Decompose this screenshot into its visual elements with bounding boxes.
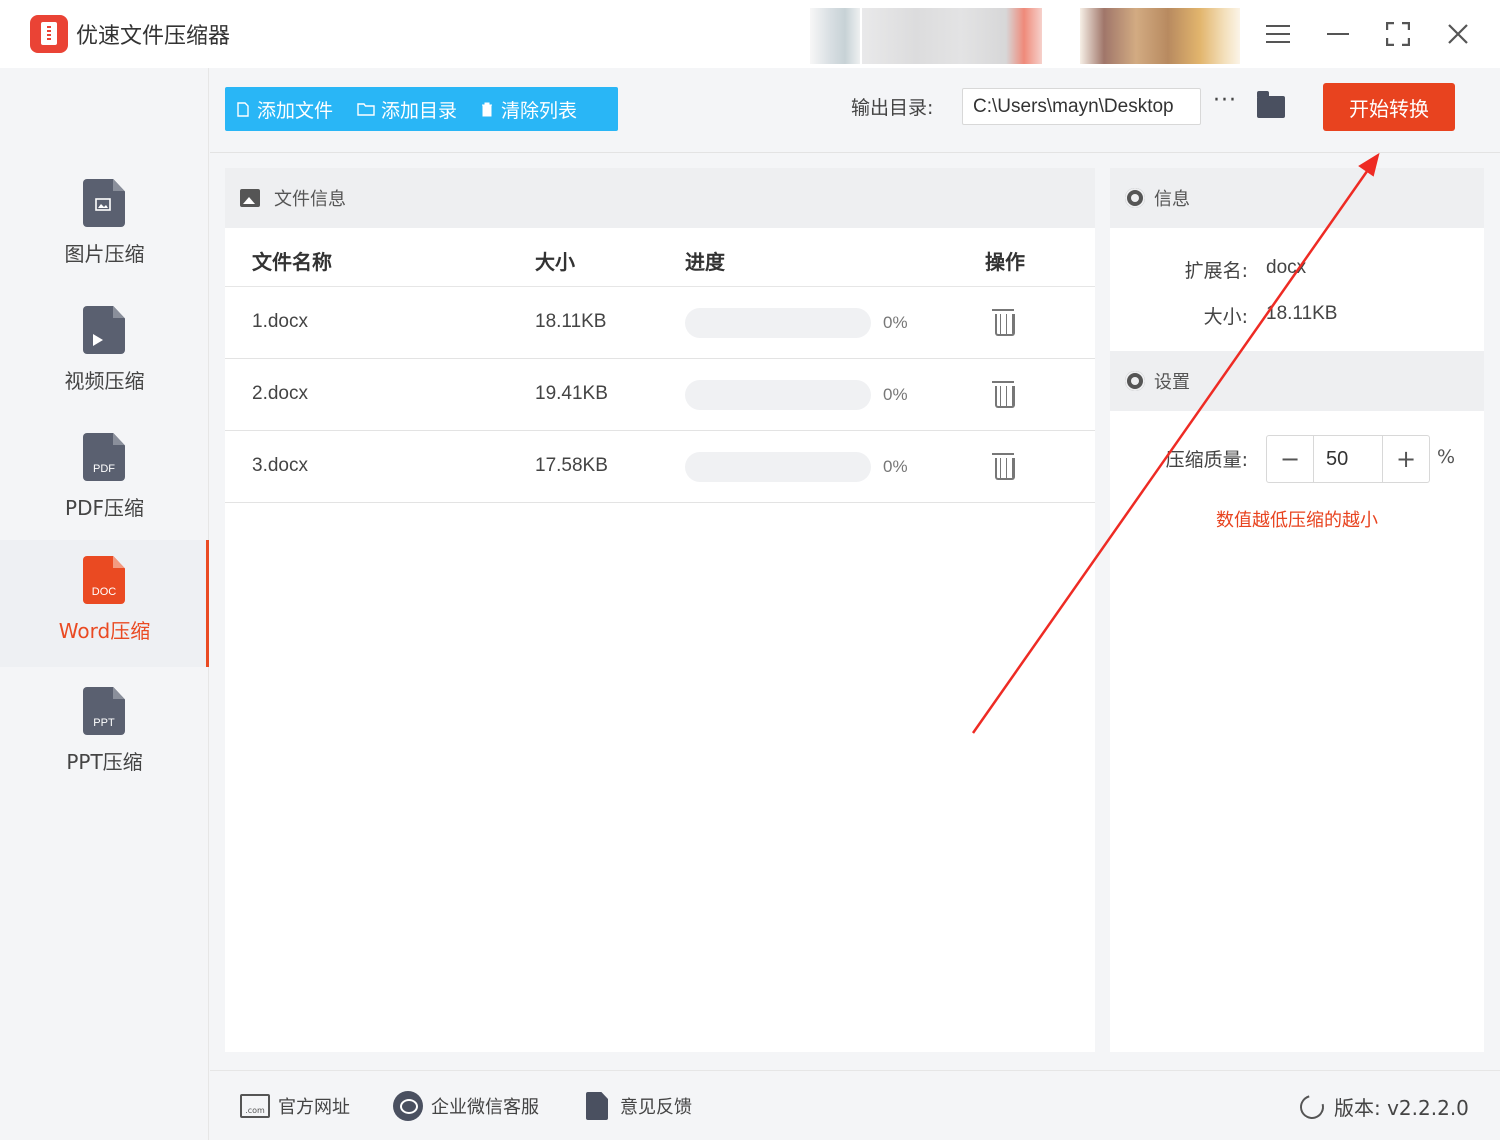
quality-input[interactable]: 50 xyxy=(1313,436,1383,482)
sidebar-item-label: 视频压缩 xyxy=(64,369,145,393)
table-row: 2.docx 19.41KB 0% xyxy=(225,359,1095,431)
sidebar-item-image-compress[interactable]: 图片压缩 xyxy=(0,163,209,290)
image-file-icon xyxy=(83,179,125,227)
app-title: 优速文件压缩器 xyxy=(76,24,231,49)
sidebar: 图片压缩 视频压缩 PDF PDF压缩 DOC Word压缩 PPT PPT压缩 xyxy=(0,68,209,1140)
output-dir-field[interactable]: C:\Users\mayn\Desktop xyxy=(962,88,1201,125)
browse-more-button[interactable]: ··· xyxy=(1213,88,1237,113)
output-dir-label: 输出目录: xyxy=(851,97,934,119)
progress-bar xyxy=(685,380,871,410)
quality-label: 压缩质量: xyxy=(1165,449,1248,471)
trash-icon xyxy=(482,102,493,116)
sidebar-item-label: Word压缩 xyxy=(58,619,151,643)
percent-unit: % xyxy=(1437,446,1456,468)
file-name: 1.docx xyxy=(252,311,308,332)
feedback-link[interactable]: 意见反馈 xyxy=(586,1092,692,1120)
progress-text: 0% xyxy=(883,313,908,332)
progress-text: 0% xyxy=(883,385,908,404)
progress-bar xyxy=(685,308,871,338)
wechat-icon xyxy=(393,1091,423,1121)
title-bar: 优速文件压缩器 xyxy=(0,0,1500,68)
sidebar-item-label: PPT压缩 xyxy=(66,750,143,774)
file-name: 3.docx xyxy=(252,455,308,476)
refresh-icon xyxy=(1295,1090,1329,1123)
file-name: 2.docx xyxy=(252,383,308,404)
column-progress: 进度 xyxy=(685,250,725,274)
table-row: 1.docx 18.11KB 0% xyxy=(225,287,1095,359)
website-icon: .com xyxy=(240,1094,270,1118)
file-size: 19.41KB xyxy=(535,383,608,404)
maximize-icon[interactable] xyxy=(1376,12,1420,56)
file-info-panel: 文件信息 文件名称 大小 进度 操作 1.docx 18.11KB 0% 2.d… xyxy=(225,168,1095,1052)
sidebar-item-label: 图片压缩 xyxy=(64,242,145,266)
quality-hint: 数值越低压缩的越小 xyxy=(1216,510,1378,531)
progress-bar xyxy=(685,452,871,482)
minimize-icon[interactable] xyxy=(1316,12,1360,56)
column-size: 大小 xyxy=(535,250,575,274)
toolbar: 添加文件 添加目录 清除列表 输出目录: C:\Users\mayn\Deskt… xyxy=(210,68,1500,153)
decrease-button[interactable]: − xyxy=(1267,436,1313,482)
sidebar-item-video-compress[interactable]: 视频压缩 xyxy=(0,290,209,417)
file-size: 17.58KB xyxy=(535,455,608,476)
delete-row-icon[interactable] xyxy=(992,309,1015,336)
file-button-group: 添加文件 添加目录 清除列表 xyxy=(225,87,618,131)
image-icon xyxy=(240,189,260,207)
file-icon xyxy=(237,101,249,117)
info-panel: 信息 扩展名: docx 大小: 18.11KB 设置 压缩质量: − 50 +… xyxy=(1110,168,1484,1052)
add-file-button[interactable]: 添加文件 xyxy=(225,87,345,131)
feedback-icon xyxy=(586,1092,608,1120)
version-text: 版本: v2.2.2.0 xyxy=(1334,1096,1469,1120)
video-file-icon xyxy=(83,306,125,354)
progress-text: 0% xyxy=(883,457,908,476)
info-header: 信息 xyxy=(1110,168,1484,228)
open-folder-icon[interactable] xyxy=(1257,91,1285,118)
delete-row-icon[interactable] xyxy=(992,381,1015,408)
pdf-file-icon: PDF xyxy=(83,433,125,481)
extension-label: 扩展名: xyxy=(1184,260,1248,282)
sidebar-item-ppt-compress[interactable]: PPT PPT压缩 xyxy=(0,671,209,798)
menu-icon[interactable] xyxy=(1256,12,1300,56)
delete-row-icon[interactable] xyxy=(992,453,1015,480)
version-info[interactable]: 版本: v2.2.2.0 xyxy=(1295,1090,1469,1123)
sidebar-item-word-compress[interactable]: DOC Word压缩 xyxy=(0,540,209,667)
folder-outline-icon xyxy=(357,103,375,116)
gear-icon xyxy=(1125,188,1145,208)
column-action: 操作 xyxy=(985,250,1025,274)
wechat-support-link[interactable]: 企业微信客服 xyxy=(393,1091,539,1121)
size-value: 18.11KB xyxy=(1266,303,1338,324)
file-info-header: 文件信息 xyxy=(225,168,1095,228)
close-icon[interactable] xyxy=(1436,12,1480,56)
add-directory-button[interactable]: 添加目录 xyxy=(345,87,469,131)
file-size: 18.11KB xyxy=(535,311,607,332)
size-label: 大小: xyxy=(1203,306,1248,328)
gear-icon xyxy=(1125,371,1145,391)
table-row: 3.docx 17.58KB 0% xyxy=(225,431,1095,503)
table-header: 文件名称 大小 进度 操作 xyxy=(225,228,1095,287)
footer: .com 官方网址 企业微信客服 意见反馈 版本: v2.2.2.0 xyxy=(210,1070,1500,1140)
settings-header: 设置 xyxy=(1110,351,1484,411)
start-convert-button[interactable]: 开始转换 xyxy=(1323,83,1455,131)
clear-list-button[interactable]: 清除列表 xyxy=(469,87,589,131)
website-link[interactable]: .com 官方网址 xyxy=(240,1093,350,1119)
ppt-file-icon: PPT xyxy=(83,687,125,735)
increase-button[interactable]: + xyxy=(1383,436,1429,482)
column-name: 文件名称 xyxy=(252,250,332,274)
app-logo-icon xyxy=(30,15,68,53)
extension-value: docx xyxy=(1266,257,1307,278)
sidebar-item-pdf-compress[interactable]: PDF PDF压缩 xyxy=(0,417,209,544)
quality-stepper: − 50 + xyxy=(1266,435,1430,483)
doc-file-icon: DOC xyxy=(83,556,125,604)
sidebar-item-label: PDF压缩 xyxy=(65,496,144,520)
